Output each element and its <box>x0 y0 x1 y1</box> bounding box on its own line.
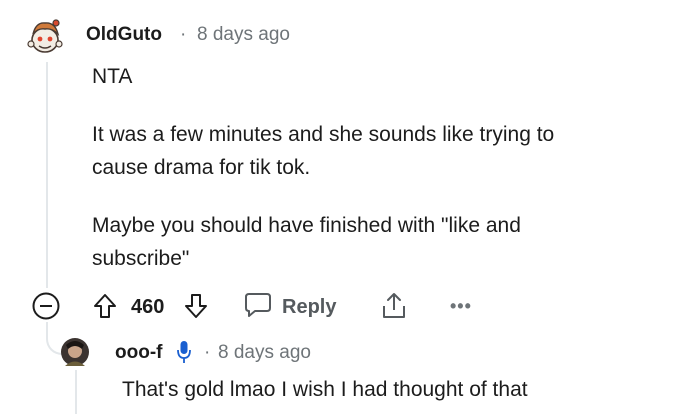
downvote-icon[interactable] <box>183 293 209 319</box>
thread-line-main[interactable] <box>46 62 48 288</box>
more-icon[interactable]: ••• <box>450 296 472 317</box>
upvote-icon[interactable] <box>92 293 118 319</box>
reply-body: That's gold lmao I wish I had thought of… <box>122 378 528 401</box>
reply-label: Reply <box>282 296 337 318</box>
comment-paragraph-1: NTA <box>92 65 133 88</box>
thread-line-reply[interactable] <box>75 370 77 414</box>
comment-username[interactable]: OldGuto <box>86 24 162 46</box>
avatar-icon[interactable] <box>60 337 90 367</box>
comment-timestamp[interactable]: 8 days ago <box>197 24 290 46</box>
share-icon[interactable] <box>379 291 409 321</box>
comment-paragraph-3-line-2: subscribe" <box>92 247 190 270</box>
vote-score: 460 <box>131 296 165 318</box>
comment-bubble-icon <box>244 292 272 323</box>
reply-button[interactable]: Reply <box>244 292 336 323</box>
comment-paragraph-2-line-1: It was a few minutes and she sounds like… <box>92 123 555 146</box>
comment-paragraph-3-line-1: Maybe you should have finished with "lik… <box>92 214 521 237</box>
avatar-snoo-icon[interactable] <box>22 14 68 58</box>
comment-paragraph-2-line-2: cause drama for tik tok. <box>92 156 311 179</box>
reply-username[interactable]: ooo-f <box>115 342 162 364</box>
reply-timestamp[interactable]: 8 days ago <box>218 342 311 364</box>
collapse-icon[interactable] <box>31 291 61 321</box>
meta-separator: · <box>180 24 187 45</box>
microphone-icon <box>176 340 192 364</box>
meta-separator: · <box>204 342 211 363</box>
